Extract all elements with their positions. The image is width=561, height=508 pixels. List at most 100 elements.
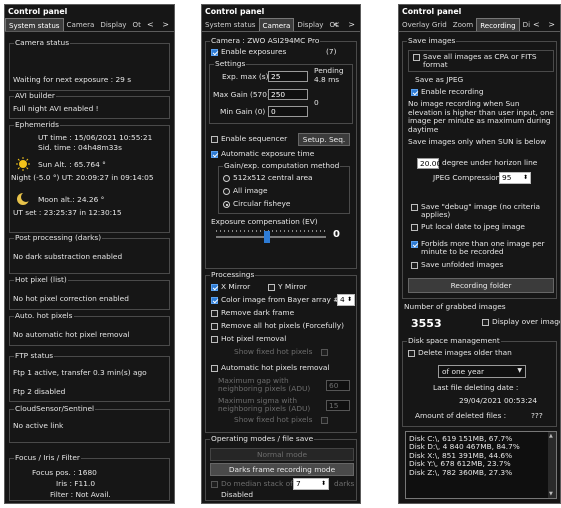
gain-readout: 0	[314, 98, 319, 107]
tab-system-status[interactable]: System status	[202, 18, 259, 31]
forbid-multiple-checkbox[interactable]	[411, 241, 418, 248]
hot-pixel-list-text: No hot pixel correction enabled	[13, 294, 129, 303]
max-gain-input[interactable]: 250	[268, 89, 308, 100]
tab-camera[interactable]: Camera	[64, 18, 98, 31]
setup-sequencer-button[interactable]: Setup. Seq.	[298, 133, 350, 146]
tab-camera[interactable]: Camera	[258, 18, 295, 31]
moon-altitude: Moon alt.: 24.26 °	[38, 195, 105, 204]
enable-sequencer-checkbox[interactable]	[211, 136, 218, 143]
max-gap-input[interactable]: 60	[326, 380, 350, 391]
radio-circular-fisheye-label: Circular fisheye	[233, 199, 291, 208]
tab-overlay-grid[interactable]: Overlay Grid	[399, 18, 450, 31]
recording-folder-button[interactable]: Recording folder	[408, 278, 554, 293]
debug-image-label: Save "debug" image (no criteria applies)	[421, 202, 540, 219]
auto-hot-checkbox[interactable]	[211, 365, 218, 372]
display-over-image-label: Display over image	[492, 317, 561, 326]
post-processing-group: Post processing (darks) No dark substrac…	[9, 233, 170, 274]
x-mirror-checkbox[interactable]	[211, 284, 218, 291]
max-sigma-input[interactable]: 15	[326, 400, 350, 411]
disk-space-group: Disk space management Delete images olde…	[402, 336, 557, 427]
radio-all-image[interactable]	[223, 188, 230, 195]
y-mirror-label: Y Mirror	[278, 282, 307, 291]
scroll-down-icon[interactable]: ▼	[549, 491, 553, 497]
panel-title: Control panel	[205, 7, 265, 16]
operating-modes-group: Operating modes / file save Normal mode …	[205, 434, 357, 501]
enable-exposures-label: Enable exposures	[221, 47, 287, 56]
processings-title: Processings	[210, 270, 256, 280]
spinner-arrows-icon[interactable]: ⬍	[347, 295, 352, 305]
enable-exposures-checkbox[interactable]	[211, 49, 218, 56]
tab-system-status[interactable]: System status	[5, 18, 64, 31]
spinner-arrows-icon[interactable]: ⬍	[321, 479, 326, 489]
degree-input[interactable]: 20.00	[417, 158, 441, 169]
tab-scroll-arrows[interactable]: < >	[333, 18, 358, 31]
median-stack-spinner[interactable]: 7 ⬍	[293, 478, 329, 490]
hot-pixel-removal-label: Hot pixel removal	[221, 334, 287, 343]
auto-exposure-checkbox[interactable]	[211, 151, 218, 158]
bayer-spinner[interactable]: 4 ⬍	[337, 294, 355, 306]
bayer-checkbox[interactable]	[211, 297, 218, 304]
bayer-value: 4	[340, 295, 345, 304]
hot-pixel-removal-checkbox[interactable]	[211, 336, 218, 343]
auto-exposure-label: Automatic exposure time	[221, 149, 315, 158]
tab-display[interactable]: Display	[97, 18, 129, 31]
min-gain-input[interactable]: 0	[268, 106, 308, 117]
tab-recording[interactable]: Recording	[476, 18, 520, 31]
jpeg-compression-spinner[interactable]: 95 ⬍	[499, 172, 531, 184]
remove-hot-checkbox[interactable]	[211, 323, 218, 330]
median-stack-checkbox[interactable]	[211, 481, 218, 488]
local-date-label: Put local date to jpeg image	[421, 222, 525, 231]
delete-old-checkbox[interactable]	[408, 350, 415, 357]
slider-thumb[interactable]	[263, 231, 270, 243]
tab-bar: System status Camera Display Ot < >	[5, 18, 174, 32]
tab-scroll-arrows[interactable]: < >	[147, 18, 172, 31]
remove-dark-checkbox[interactable]	[211, 310, 218, 317]
ephemerids-title: Ephemerids	[14, 120, 60, 130]
local-date-checkbox[interactable]	[411, 224, 418, 231]
exposure-compensation-slider[interactable]	[216, 230, 326, 243]
debug-image-checkbox[interactable]	[411, 204, 418, 211]
darks-recording-mode-button[interactable]: Darks frame recording mode	[210, 463, 354, 476]
show-fixed-hot-label: Show fixed hot pixels	[234, 347, 313, 356]
radio-central-area[interactable]	[223, 175, 230, 182]
disk-list-item[interactable]: Disk Z:\, 782 360MB, 27.3%	[409, 468, 520, 477]
tab-other[interactable]: Di	[520, 18, 533, 31]
save-images-group: Save images Save all images as CPA or FI…	[402, 36, 557, 299]
tab-scroll-arrows[interactable]: < >	[533, 18, 558, 31]
ephemerids-group: Ephemerids UT time : 15/06/2021 10:55:21…	[9, 120, 170, 233]
tab-other[interactable]: Ot	[130, 18, 144, 31]
camera-group: Camera : ZWO ASI294MC Pro Enable exposur…	[205, 36, 357, 269]
display-over-image-checkbox[interactable]	[482, 319, 489, 326]
control-panel-recording: Control panel Overlay Grid Zoom Recordin…	[398, 4, 561, 504]
min-gain-label: Min Gain (0)	[220, 107, 266, 116]
darks-suffix: darks	[334, 479, 355, 488]
show-fixed-hot-checkbox[interactable]	[321, 349, 328, 356]
exp-max-label: Exp. max (s)	[222, 72, 269, 81]
cloud-sensor-group: CloudSensor/Sentinel No active link	[9, 404, 170, 443]
settings-title: Settings	[214, 59, 247, 69]
normal-mode-button[interactable]: Normal mode	[210, 448, 354, 461]
forbid-multiple-label: Forbids more than one image per minute t…	[421, 239, 545, 256]
settings-group: Settings Exp. max (s) 25 Pending 4.8 ms …	[209, 59, 353, 124]
auto-hot-pixels-text: No automatic hot pixel removal	[13, 330, 130, 339]
tab-display[interactable]: Display	[294, 18, 326, 31]
y-mirror-checkbox[interactable]	[268, 284, 275, 291]
show-fixed-hot-checkbox-2[interactable]	[321, 417, 328, 424]
unfolded-images-checkbox[interactable]	[411, 262, 418, 269]
sidereal-time: Sid. time : 04h48m33s	[38, 143, 122, 152]
save-images-title: Save images	[407, 36, 457, 46]
enable-recording-checkbox[interactable]	[411, 89, 418, 96]
radio-central-area-label: 512x512 central area	[233, 173, 313, 182]
disk-list[interactable]: Disk C:\, 619 151MB, 67.7% Disk D:\, 4 84…	[405, 431, 557, 499]
radio-circular-fisheye[interactable]	[223, 201, 230, 208]
iris-value: Iris : F11.0	[56, 479, 96, 488]
spinner-arrows-icon[interactable]: ⬍	[523, 173, 528, 183]
tab-zoom[interactable]: Zoom	[450, 18, 476, 31]
scroll-up-icon[interactable]: ▲	[549, 433, 553, 439]
exp-max-input[interactable]: 25	[268, 71, 308, 82]
save-cpa-checkbox[interactable]	[413, 54, 420, 61]
scrollbar[interactable]: ▲ ▼	[548, 432, 556, 498]
chevron-down-icon: ▼	[517, 367, 522, 374]
recording-note: No image recording when Sun elevation is…	[408, 99, 554, 134]
delete-age-select[interactable]: of one year ▼	[438, 365, 526, 378]
